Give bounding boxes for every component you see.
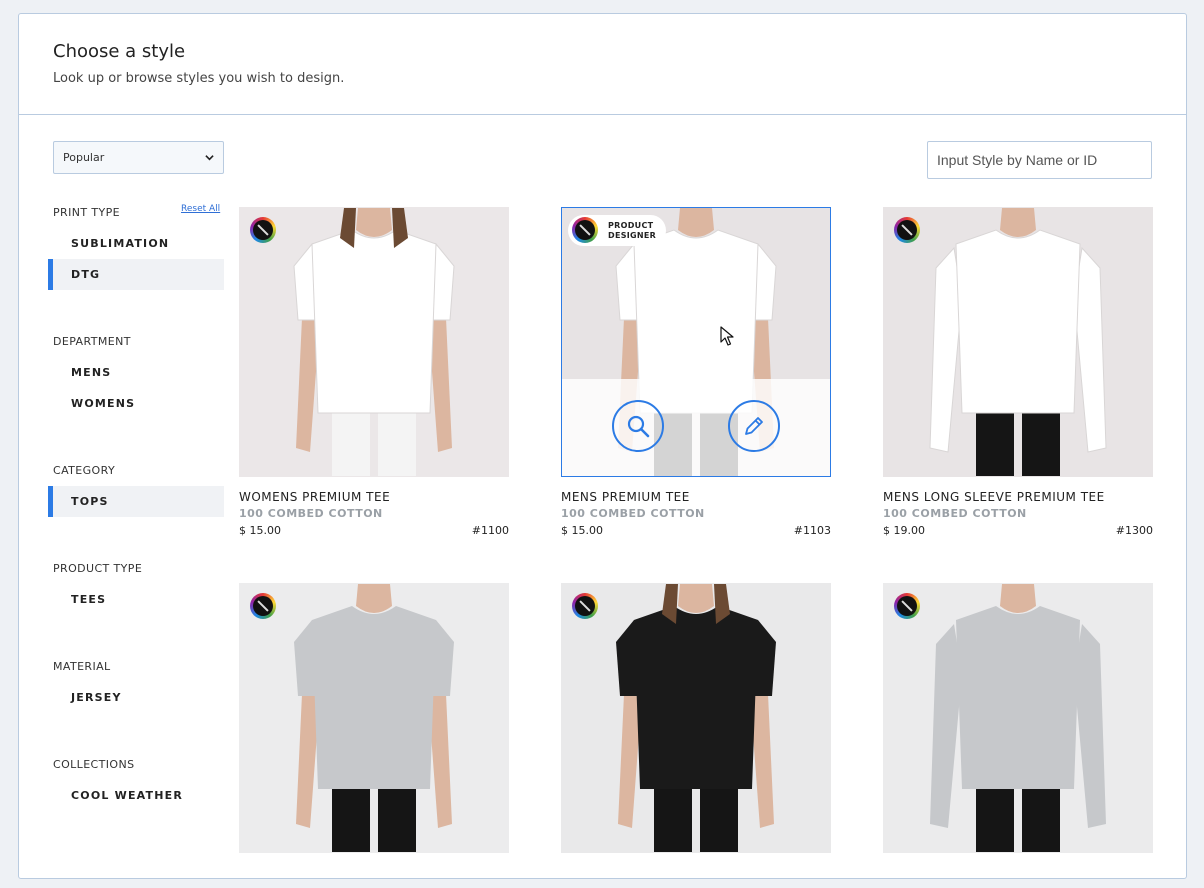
magnifier-icon: [627, 415, 650, 438]
sort-dropdown[interactable]: Popular: [53, 141, 224, 174]
filter-item-jersey[interactable]: JERSEY: [48, 682, 224, 713]
product-id: #1100: [471, 524, 509, 537]
model-shirt: [312, 606, 436, 789]
filter-item-womens[interactable]: WOMENS: [48, 388, 224, 419]
filter-heading-department: DEPARTMENT: [53, 335, 131, 348]
style-chooser-panel: Choose a style Look up or browse styles …: [18, 13, 1187, 879]
chevron-down-icon: [205, 155, 214, 161]
model-shirt: [311, 229, 437, 414]
product-card[interactable]: [883, 583, 1153, 853]
product-designer-icon: [572, 593, 598, 619]
product-price: $ 15.00: [239, 524, 281, 537]
product-designer-label: PRODUCT DESIGNER: [608, 221, 656, 241]
product-photo: [293, 208, 455, 476]
product-price: $ 15.00: [561, 524, 603, 537]
page-subtitle: Look up or browse styles you wish to des…: [53, 71, 345, 86]
mouse-cursor-icon: [720, 326, 734, 346]
model-neck: [678, 208, 714, 237]
page-title: Choose a style: [53, 41, 186, 62]
model-neck: [356, 584, 392, 613]
filter-heading-product-type: PRODUCT TYPE: [53, 562, 143, 575]
product-photo: [616, 584, 776, 852]
product-image[interactable]: [883, 583, 1153, 853]
filter-item-cool-weather[interactable]: COOL WEATHER: [48, 780, 224, 811]
product-photo: [294, 584, 454, 852]
pencil-icon: [745, 417, 763, 435]
filter-item-tops[interactable]: TOPS: [48, 486, 224, 517]
product-designer-icon: [894, 593, 920, 619]
product-card[interactable]: MENS LONG SLEEVE PREMIUM TEE 100 COMBED …: [883, 207, 1153, 537]
product-name: WOMENS PREMIUM TEE: [239, 490, 391, 504]
filter-heading-material: MATERIAL: [53, 660, 111, 673]
product-name: MENS LONG SLEEVE PREMIUM TEE: [883, 490, 1105, 504]
hover-actions: [562, 379, 830, 476]
product-id: #1300: [1115, 524, 1153, 537]
filter-item-tees[interactable]: TEES: [48, 584, 224, 615]
zoom-button[interactable]: [612, 400, 664, 452]
product-image[interactable]: [239, 207, 509, 477]
product-designer-icon: [250, 217, 276, 243]
model-neck: [1000, 208, 1036, 237]
product-designer-icon: [572, 217, 598, 243]
product-designer-icon: [250, 593, 276, 619]
filter-item-dtg[interactable]: DTG: [48, 259, 224, 290]
badge-line-2: DESIGNER: [608, 231, 657, 240]
badge-line-1: PRODUCT: [608, 221, 654, 230]
product-material: 100 COMBED COTTON: [883, 507, 1027, 520]
product-photo: [929, 208, 1107, 476]
product-card[interactable]: [561, 583, 831, 853]
model-arm: [930, 624, 962, 828]
filter-heading-category: CATEGORY: [53, 464, 116, 477]
model-neck: [356, 208, 392, 237]
product-image[interactable]: [561, 583, 831, 853]
product-price: $ 19.00: [883, 524, 925, 537]
reset-all-link[interactable]: Reset All: [181, 204, 220, 214]
product-id: #1103: [793, 524, 831, 537]
style-search-input[interactable]: [927, 141, 1152, 179]
product-name: MENS PREMIUM TEE: [561, 490, 690, 504]
sort-selected-value: Popular: [63, 151, 105, 164]
product-image[interactable]: [239, 583, 509, 853]
product-card[interactable]: WOMENS PREMIUM TEE 100 COMBED COTTON $ 1…: [239, 207, 509, 537]
model-shirt: [955, 229, 1081, 414]
product-material: 100 COMBED COTTON: [561, 507, 705, 520]
model-neck: [678, 584, 714, 613]
filter-heading-collections: COLLECTIONS: [53, 758, 135, 771]
product-material: 100 COMBED COTTON: [239, 507, 383, 520]
edit-design-button[interactable]: [728, 400, 780, 452]
model-shirt: [634, 606, 758, 789]
filter-heading-print-type: PRINT TYPE: [53, 206, 120, 219]
filter-item-mens[interactable]: MENS: [48, 357, 224, 388]
product-image[interactable]: PRODUCT DESIGNER: [561, 207, 831, 477]
model-arm: [1074, 624, 1106, 828]
product-card[interactable]: [239, 583, 509, 853]
product-designer-badge: PRODUCT DESIGNER: [568, 215, 666, 246]
page-header: Choose a style Look up or browse styles …: [19, 14, 1186, 115]
product-image[interactable]: [883, 207, 1153, 477]
model-neck: [1000, 584, 1036, 613]
product-photo: [930, 584, 1106, 852]
model-shirt: [956, 606, 1080, 789]
product-card[interactable]: PRODUCT DESIGNER MENS PREMIUM TEE 100 CO…: [561, 207, 831, 537]
product-designer-icon: [894, 217, 920, 243]
filter-item-sublimation[interactable]: SUBLIMATION: [48, 228, 224, 259]
